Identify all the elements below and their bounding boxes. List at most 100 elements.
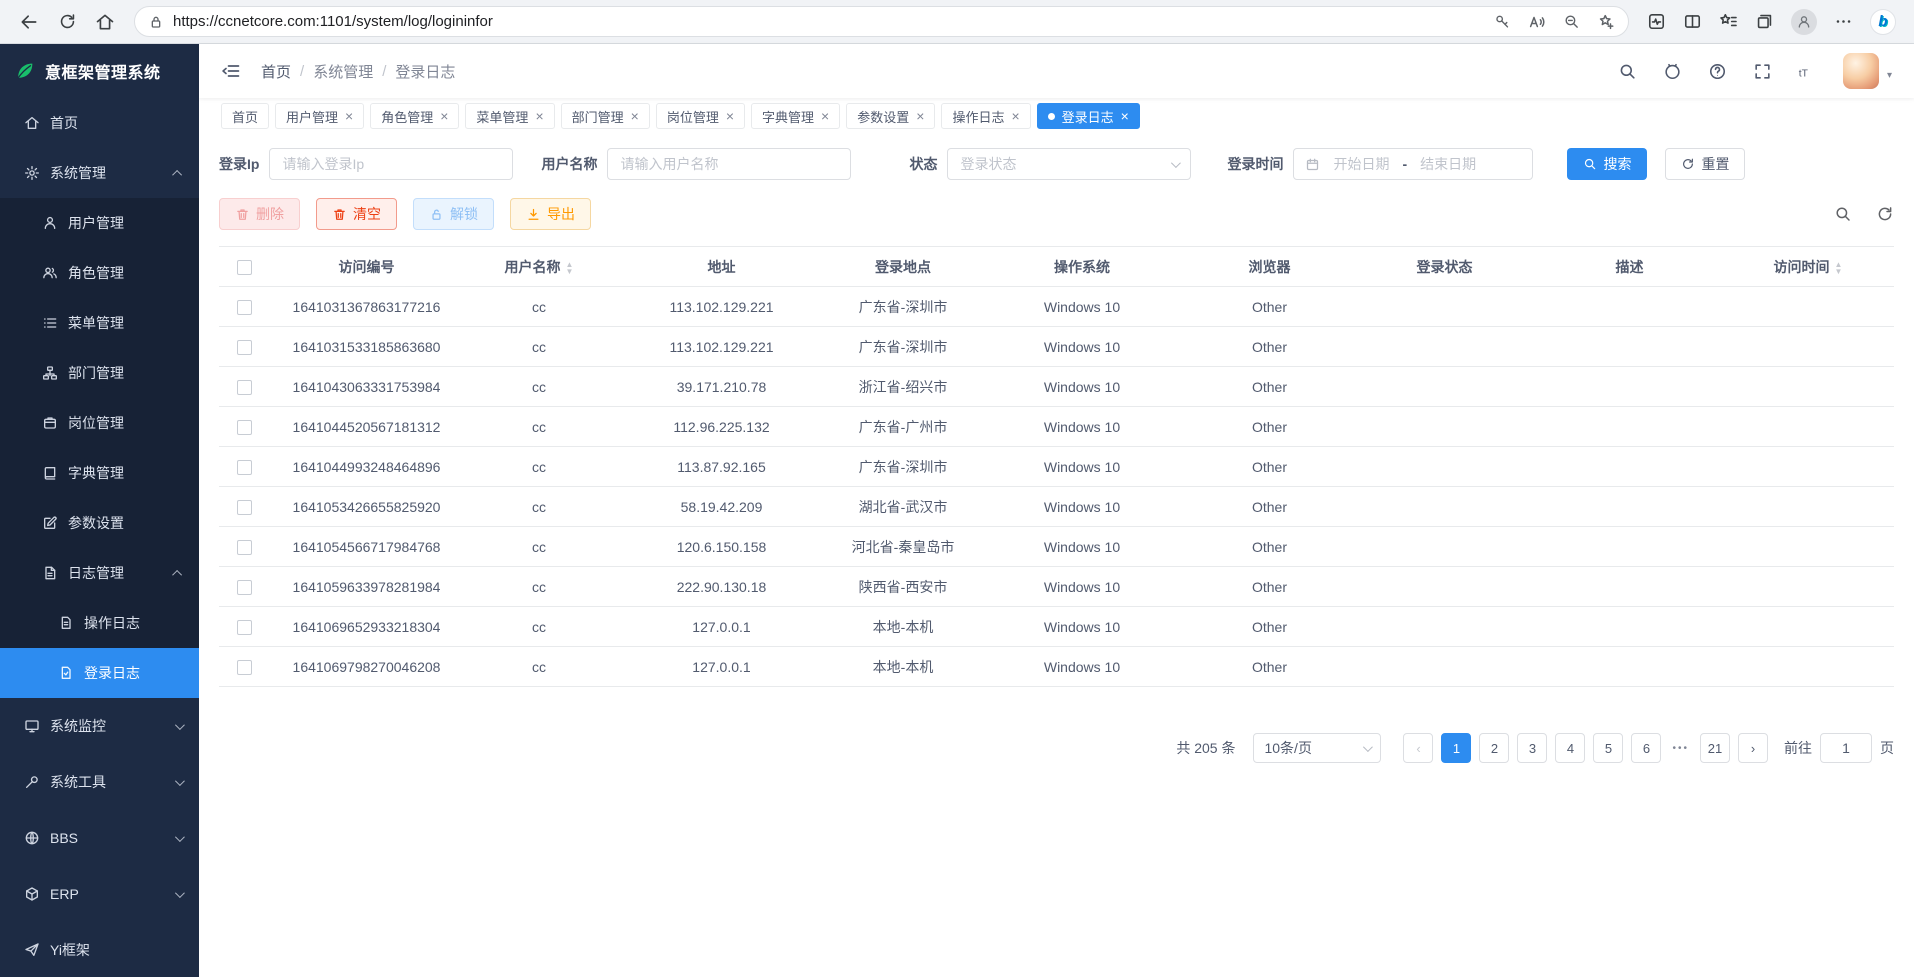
tab-operation-log[interactable]: 操作日志 ×: [941, 103, 1030, 129]
close-icon[interactable]: ×: [535, 109, 543, 123]
close-icon[interactable]: ×: [916, 109, 924, 123]
app-logo[interactable]: 意框架管理系统: [0, 44, 199, 98]
row-checkbox[interactable]: [237, 420, 252, 435]
bing-copilot-icon[interactable]: b: [1870, 9, 1896, 35]
page-button-21[interactable]: 21: [1700, 733, 1730, 763]
sidebar-item-role-mgmt[interactable]: 角色管理: [0, 248, 199, 298]
row-checkbox[interactable]: [237, 500, 252, 515]
password-key-icon[interactable]: [1494, 13, 1511, 30]
tab-post-mgmt[interactable]: 岗位管理 ×: [656, 103, 745, 129]
delete-button[interactable]: 删除: [219, 198, 300, 230]
reset-button[interactable]: 重置: [1665, 148, 1745, 180]
sidebar-item-yi-framework[interactable]: Yi框架: [0, 922, 199, 977]
sort-desc-icon[interactable]: ▼: [566, 268, 574, 275]
split-screen-icon[interactable]: [1683, 12, 1702, 31]
sidebar-item-log-mgmt[interactable]: 日志管理: [0, 548, 199, 598]
page-button-2[interactable]: 2: [1479, 733, 1509, 763]
header-search-button[interactable]: [1618, 62, 1637, 81]
sidebar-item-system-monitor[interactable]: 系统监控: [0, 698, 199, 754]
sidebar-item-dept-mgmt[interactable]: 部门管理: [0, 348, 199, 398]
search-button[interactable]: 搜索: [1567, 148, 1647, 180]
browser-essentials-icon[interactable]: [1647, 12, 1666, 31]
page-button-5[interactable]: 5: [1593, 733, 1623, 763]
sidebar-item-operation-log[interactable]: 操作日志: [0, 598, 199, 648]
row-checkbox[interactable]: [237, 380, 252, 395]
chevron-down-icon[interactable]: ▾: [1887, 70, 1892, 81]
close-icon[interactable]: ×: [1121, 109, 1129, 123]
status-select[interactable]: 登录状态: [947, 148, 1191, 180]
sidebar-item-post-mgmt[interactable]: 岗位管理: [0, 398, 199, 448]
site-info-lock-icon[interactable]: [148, 14, 164, 30]
sidebar-item-user-mgmt[interactable]: 用户管理: [0, 198, 199, 248]
font-size-button[interactable]: [1798, 62, 1817, 81]
toggle-search-icon[interactable]: [1834, 205, 1852, 223]
page-button-3[interactable]: 3: [1517, 733, 1547, 763]
next-page-button[interactable]: ›: [1738, 733, 1768, 763]
row-checkbox[interactable]: [237, 660, 252, 675]
row-checkbox[interactable]: [237, 540, 252, 555]
more-pages-icon[interactable]: •••: [1672, 743, 1689, 754]
clear-button[interactable]: 清空: [316, 198, 397, 230]
sidebar-item-bbs[interactable]: BBS: [0, 810, 199, 866]
tab-login-log[interactable]: 登录日志 ×: [1037, 103, 1140, 129]
browser-url[interactable]: https://ccnetcore.com:1101/system/log/lo…: [173, 13, 493, 30]
tab-menu-mgmt[interactable]: 菜单管理 ×: [465, 103, 554, 129]
sidebar-item-dict-mgmt[interactable]: 字典管理: [0, 448, 199, 498]
favorites-bar-icon[interactable]: [1719, 12, 1738, 31]
help-button[interactable]: [1708, 62, 1727, 81]
select-all-checkbox[interactable]: [237, 260, 252, 275]
tab-dict-mgmt[interactable]: 字典管理 ×: [751, 103, 840, 129]
close-icon[interactable]: ×: [821, 109, 829, 123]
tab-role-mgmt[interactable]: 角色管理 ×: [370, 103, 459, 129]
tab-param-settings[interactable]: 参数设置 ×: [846, 103, 935, 129]
sidebar-item-home[interactable]: 首页: [0, 98, 199, 148]
sidebar-item-menu-mgmt[interactable]: 菜单管理: [0, 298, 199, 348]
close-icon[interactable]: ×: [631, 109, 639, 123]
row-checkbox[interactable]: [237, 340, 252, 355]
tab-user-mgmt[interactable]: 用户管理 ×: [275, 103, 364, 129]
col-visit-time[interactable]: 访问时间▲▼: [1722, 247, 1894, 287]
add-favorite-star-icon[interactable]: [1597, 13, 1615, 31]
collections-icon[interactable]: [1755, 12, 1774, 31]
read-aloud-icon[interactable]: [1528, 13, 1546, 31]
page-button-1[interactable]: 1: [1441, 733, 1471, 763]
row-checkbox[interactable]: [237, 300, 252, 315]
login-ip-input[interactable]: [269, 148, 513, 180]
breadcrumb-home[interactable]: 首页: [261, 61, 291, 82]
sidebar-item-erp[interactable]: ERP: [0, 866, 199, 922]
sidebar-item-system-mgmt[interactable]: 系统管理: [0, 148, 199, 198]
browser-menu-ellipsis-icon[interactable]: [1834, 12, 1853, 31]
row-checkbox[interactable]: [237, 580, 252, 595]
tab-dept-mgmt[interactable]: 部门管理 ×: [561, 103, 650, 129]
row-checkbox[interactable]: [237, 460, 252, 475]
row-checkbox[interactable]: [237, 620, 252, 635]
page-size-select[interactable]: 10条/页: [1253, 733, 1381, 763]
user-name-input[interactable]: [607, 148, 851, 180]
breadcrumb-system-mgmt[interactable]: 系统管理: [313, 61, 373, 82]
login-time-range-picker[interactable]: 开始日期 - 结束日期: [1293, 148, 1533, 180]
sidebar-collapse-button[interactable]: [221, 61, 241, 81]
export-button[interactable]: 导出: [510, 198, 591, 230]
close-icon[interactable]: ×: [440, 109, 448, 123]
user-avatar[interactable]: [1843, 53, 1879, 89]
page-jump-input[interactable]: [1820, 733, 1872, 763]
page-button-4[interactable]: 4: [1555, 733, 1585, 763]
tab-home[interactable]: 首页: [221, 103, 269, 129]
sidebar-item-login-log[interactable]: 登录日志: [0, 648, 199, 698]
sort-desc-icon[interactable]: ▼: [1835, 268, 1843, 275]
prev-page-button[interactable]: ‹: [1403, 733, 1433, 763]
page-button-6[interactable]: 6: [1631, 733, 1661, 763]
unlock-button[interactable]: 解锁: [413, 198, 494, 230]
sidebar-item-system-tools[interactable]: 系统工具: [0, 754, 199, 810]
github-link[interactable]: [1663, 62, 1682, 81]
browser-profile-avatar[interactable]: [1791, 9, 1817, 35]
close-icon[interactable]: ×: [345, 109, 353, 123]
col-user-name[interactable]: 用户名称▲▼: [464, 247, 614, 287]
refresh-table-icon[interactable]: [1876, 205, 1894, 223]
close-icon[interactable]: ×: [1011, 109, 1019, 123]
zoom-out-icon[interactable]: [1563, 13, 1580, 30]
browser-back-button[interactable]: [12, 5, 46, 39]
fullscreen-button[interactable]: [1753, 62, 1772, 81]
browser-home-button[interactable]: [88, 5, 122, 39]
browser-refresh-button[interactable]: [50, 5, 84, 39]
